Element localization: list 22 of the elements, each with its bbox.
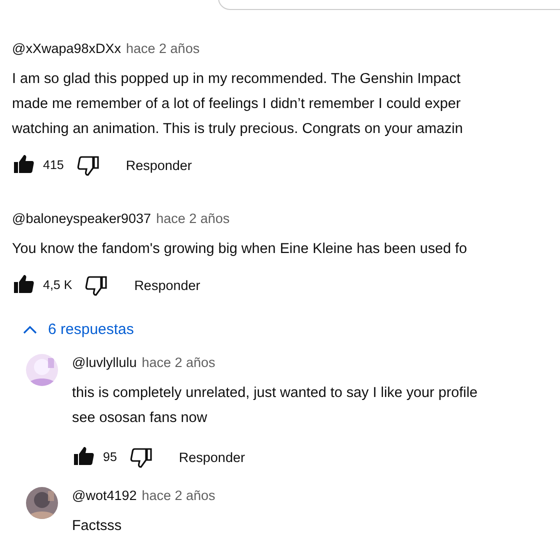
reply-button[interactable]: Responder: [162, 442, 261, 472]
comment-author[interactable]: @wot4192: [72, 488, 137, 503]
dislike-icon[interactable]: [76, 153, 100, 177]
comment-author[interactable]: @luvlyllulu: [72, 355, 137, 370]
comment-text: You know the fandom's growing big when Eine Kleine has been used fo: [12, 240, 468, 259]
dislike-icon[interactable]: [128, 445, 153, 469]
comment-author[interactable]: @baloneyspeaker9037: [12, 211, 152, 226]
comment-time[interactable]: hace 2 años: [142, 488, 216, 503]
dislike-icon[interactable]: [84, 273, 108, 297]
replies-toggle[interactable]: 6 respuestas: [12, 315, 144, 344]
like-count: 95: [103, 450, 117, 464]
like-count: 415: [43, 158, 64, 172]
comment-time[interactable]: hace 2 años: [156, 211, 230, 226]
comment-text: Factsss: [72, 517, 123, 536]
like-count: 4,5 K: [43, 278, 72, 292]
reply-button[interactable]: Responder: [110, 150, 208, 180]
comment-time[interactable]: hace 2 años: [126, 41, 200, 56]
comment-time[interactable]: hace 2 años: [142, 355, 216, 370]
reply-button[interactable]: Responder: [118, 270, 216, 300]
comment-author[interactable]: @xXwapa98xDXx: [12, 41, 122, 56]
comment-text: I am so glad this popped up in my recommended. The Genshin Impact made me remember of a lot of feelings I didn’t remember I could exper watching an animation. This is truly precious. Congrats on your amazin: [12, 70, 463, 139]
comment-text: this is completely unrelated, just wanted to say I like your profile see ososan fans now: [72, 384, 478, 428]
